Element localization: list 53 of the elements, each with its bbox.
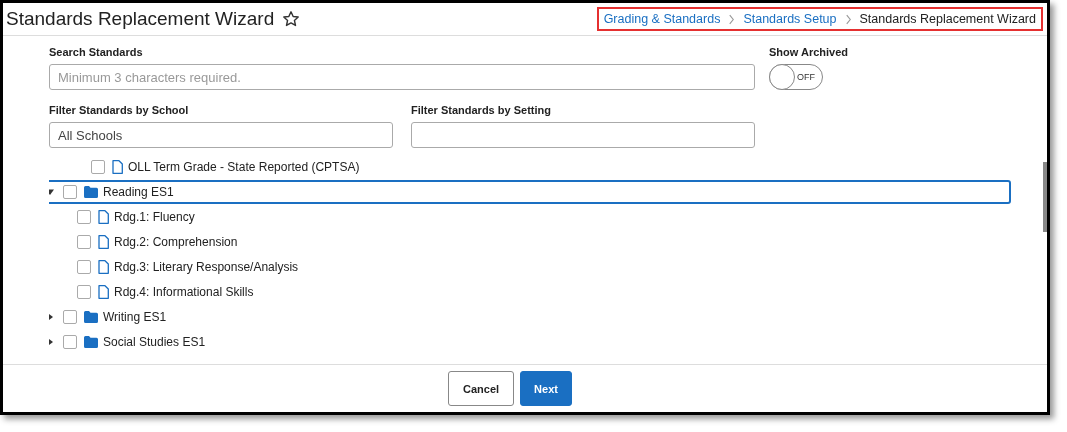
tree-item-label[interactable]: Reading ES1 — [103, 184, 174, 199]
caret-right-icon[interactable] — [49, 312, 54, 321]
tree-item-label[interactable]: Rdg.2: Comprehension — [114, 234, 238, 249]
breadcrumb-link[interactable]: Standards Setup — [743, 12, 837, 26]
caret-down-icon[interactable] — [49, 187, 54, 196]
checkbox[interactable] — [63, 184, 77, 199]
school-filter-field[interactable]: All Schools — [49, 122, 393, 148]
page-title: Standards Replacement Wizard — [6, 8, 275, 30]
toggle-switch[interactable]: OFF — [769, 64, 823, 90]
star-icon[interactable] — [282, 10, 301, 28]
field-label: Search Standards — [49, 46, 144, 58]
chevron-right-icon — [844, 13, 852, 25]
search-field[interactable]: Minimum 3 characters required. — [49, 64, 755, 90]
setting-filter-field[interactable] — [411, 122, 755, 148]
checkbox[interactable] — [63, 334, 77, 349]
tree-row[interactable]: Writing ES1 — [49, 304, 1011, 329]
breadcrumb-link[interactable]: Grading & Standards — [603, 12, 721, 26]
document-icon — [98, 284, 109, 299]
tree-row[interactable]: Rdg.1: Fluency — [55, 204, 1011, 229]
scrollbar[interactable] — [1043, 162, 1047, 232]
tree-item-label[interactable]: Rdg.1: Fluency — [114, 209, 195, 224]
field-label: Filter Standards by Setting — [411, 104, 552, 116]
folder-icon — [84, 310, 98, 323]
tree-row[interactable]: OLL Term Grade - State Reported (CPTSA) — [69, 154, 1011, 179]
tree-row[interactable]: Social Studies ES1 — [49, 329, 1011, 354]
selected-tree-row[interactable]: Reading ES1 — [49, 179, 1011, 204]
checkbox[interactable] — [91, 159, 105, 174]
document-icon — [98, 209, 109, 224]
checkbox[interactable] — [77, 234, 91, 249]
checkbox[interactable] — [77, 284, 91, 299]
checkbox[interactable] — [77, 209, 91, 224]
chevron-right-icon — [728, 13, 736, 25]
folder-icon — [84, 185, 98, 198]
tree-item-label[interactable]: Social Studies ES1 — [103, 334, 206, 349]
tree-item-label[interactable]: Writing ES1 — [103, 309, 167, 324]
document-icon — [98, 259, 109, 274]
tree-item-label[interactable]: Rdg.4: Informational Skills — [114, 284, 254, 299]
cancel-button[interactable]: Cancel — [448, 371, 515, 406]
next-button[interactable]: Next — [520, 371, 572, 406]
checkbox[interactable] — [77, 259, 91, 274]
checkbox[interactable] — [63, 309, 77, 324]
folder-icon — [84, 335, 98, 348]
field-label: Filter Standards by School — [49, 104, 190, 116]
tree-row[interactable]: Rdg.2: Comprehension — [55, 229, 1011, 254]
tree-item-label[interactable]: OLL Term Grade - State Reported (CPTSA) — [128, 159, 360, 174]
tree-row[interactable]: Rdg.3: Literary Response/Analysis — [55, 254, 1011, 279]
field-label: Show Archived — [769, 46, 849, 58]
breadcrumb-current: Standards Replacement Wizard — [859, 12, 1036, 26]
tree-item-label[interactable]: Rdg.3: Literary Response/Analysis — [114, 259, 299, 274]
document-icon — [98, 234, 109, 249]
document-icon — [112, 159, 123, 174]
caret-right-icon[interactable] — [49, 337, 54, 346]
tree-row[interactable]: Rdg.4: Informational Skills — [55, 279, 1011, 304]
